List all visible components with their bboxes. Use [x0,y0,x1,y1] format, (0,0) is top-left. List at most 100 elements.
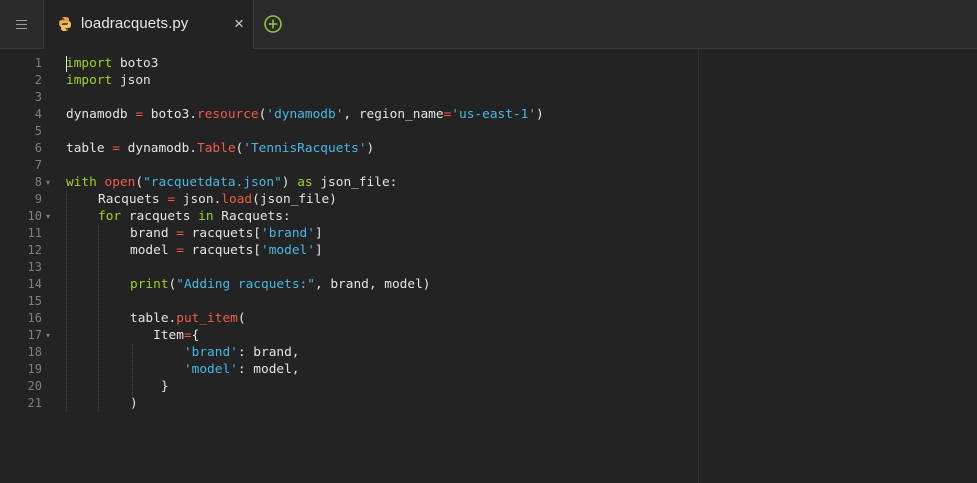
line-number: 12 [27,243,42,257]
hamburger-menu-icon [16,19,27,29]
code-token: ) [366,141,375,156]
code-token: Racquets: [213,209,291,224]
line-number: 5 [34,124,42,138]
code-line[interactable]: 'brand': brand, [130,344,300,361]
code-token: json [112,73,151,88]
code-token: } [130,379,169,394]
code-line[interactable]: table.put_item( [130,310,246,327]
code-token: put_item [176,311,238,326]
code-token: ) [536,107,544,122]
line-number-gutter: 1 2 3 4 5 6 7 8 ▾ 9 10 ▾ 11 12 13 14 15 16 17 ▾ 18 19 20 21 [0,49,56,483]
indent-guide [66,191,67,412]
code-token: racquets[ [183,243,261,258]
code-token: "racquetdata.json" [143,175,282,190]
tab-loadracquets[interactable]: loadracquets.py × [44,0,254,49]
code-line[interactable]: table = dynamodb.Table('TennisRacquets') [66,140,374,157]
menu-button[interactable] [0,0,44,48]
code-token: = [167,192,176,207]
code-token: racquets [121,209,199,224]
code-token: "Adding racquets:" [176,277,315,292]
print-margin [698,49,699,483]
code-token: ( [135,175,144,190]
code-token: open [104,175,136,190]
line-number: 9 [34,192,42,206]
tab-title: loadracquets.py [81,15,189,32]
line-number: 13 [27,260,42,274]
indent-guide [132,344,133,395]
code-line[interactable]: import json [66,72,151,89]
code-token: table. [130,311,177,326]
code-token: ( [237,311,246,326]
code-line[interactable]: 'model': model, [130,361,300,378]
code-editor[interactable]: 1 2 3 4 5 6 7 8 ▾ 9 10 ▾ 11 12 13 14 15 16 17 ▾ 18 19 20 21 imp… [0,49,977,483]
code-token: { [191,328,200,343]
code-line[interactable]: import boto3 [66,55,158,72]
line-number: 8 [34,175,42,189]
code-token: = [112,141,120,156]
code-token: Table [197,141,236,156]
fold-arrow-icon[interactable]: ▾ [46,174,52,191]
code-token: print [130,277,169,292]
code-token: 'brand' [183,345,238,360]
code-token: boto3 [112,56,159,71]
code-token: 'model' [261,243,315,258]
code-line[interactable]: dynamodb = boto3.resource('dynamodb', re… [66,106,544,123]
fold-arrow-icon[interactable]: ▾ [46,327,52,344]
code-line[interactable]: print("Adding racquets:", brand, model) [130,276,431,293]
code-token: brand [130,226,177,241]
code-token: ) [281,175,298,190]
code-token: with [66,175,97,190]
line-number: 1 [34,56,42,70]
code-token: ] [314,226,323,241]
code-token: , brand, model) [314,277,431,292]
code-token: = [135,107,144,122]
code-line[interactable]: brand = racquets['brand'] [130,225,323,242]
fold-arrow-icon[interactable]: ▾ [46,208,52,225]
line-number: 7 [34,158,42,172]
code-line[interactable]: Item={ [130,327,199,344]
code-token: = [176,243,184,258]
line-number: 2 [34,73,42,87]
code-token: boto3. [143,107,197,122]
text-cursor [66,56,67,72]
code-token: 'TennisRacquets' [243,141,367,156]
indent-guide [98,225,99,412]
code-token: load [221,192,253,207]
code-token: import [66,56,113,71]
code-token: in [198,209,214,224]
code-token: racquets[ [183,226,261,241]
code-token: : brand, [237,345,300,360]
line-number: 18 [27,345,42,359]
code-token: (json_file) [252,192,337,207]
plus-circle-icon[interactable] [263,14,283,34]
code-token: as [297,175,313,190]
code-line[interactable]: model = racquets['model'] [130,242,323,259]
code-token: 'model' [183,362,238,377]
line-number: 14 [27,277,42,291]
code-token: dynamodb. [119,141,197,156]
code-token: dynamodb [66,107,136,122]
code-line[interactable]: ) [130,395,138,412]
line-number: 11 [27,226,42,240]
code-area[interactable]: import boto3 import json dynamodb = boto3.… [66,49,977,483]
code-token: = [183,328,192,343]
code-line[interactable]: } [130,378,169,395]
code-token: ] [314,243,323,258]
code-token: resource [197,107,259,122]
code-line[interactable]: Racquets = json.load(json_file) [98,191,337,208]
code-token: 'dynamodb' [266,107,344,122]
code-line[interactable]: for racquets in Racquets: [98,208,291,225]
code-token: 'us-east-1' [451,107,537,122]
code-token: table [66,141,113,156]
code-token: 'brand' [261,226,315,241]
tab-bar: loadracquets.py × [0,0,977,49]
code-token: ) [130,396,138,411]
line-number: 16 [27,311,42,325]
close-icon[interactable]: × [233,15,245,32]
code-line[interactable]: with open("racquetdata.json") as json_fi… [66,174,397,191]
line-number: 20 [27,379,42,393]
code-token: json_file: [312,175,398,190]
